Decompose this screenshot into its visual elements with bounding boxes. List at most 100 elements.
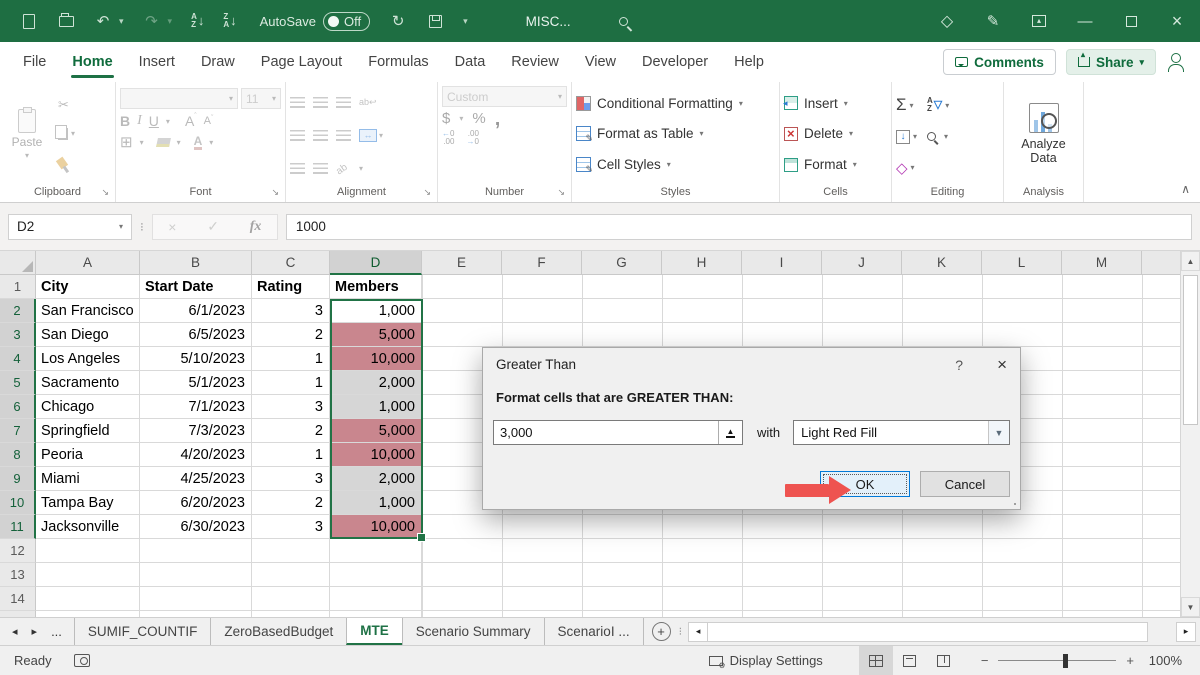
threshold-input[interactable] — [494, 421, 718, 444]
rating-cell[interactable]: 3 — [252, 515, 330, 539]
column-header[interactable]: D — [330, 251, 422, 275]
comments-button[interactable]: Comments — [943, 49, 1056, 75]
city-cell[interactable]: Peoria — [36, 443, 140, 467]
rating-cell[interactable]: 2 — [252, 491, 330, 515]
column-header[interactable]: E — [422, 251, 502, 275]
column-header[interactable]: M — [1062, 251, 1142, 275]
rating-cell[interactable]: 1 — [252, 443, 330, 467]
empty-cells[interactable] — [422, 539, 1180, 563]
empty-cell[interactable] — [330, 587, 422, 611]
cell-a1[interactable]: City — [36, 275, 140, 299]
row-header[interactable]: 11 — [0, 515, 36, 539]
rating-cell[interactable]: 2 — [252, 323, 330, 347]
range-selector-button[interactable]: ▲ — [718, 421, 742, 444]
vertical-scroll-thumb[interactable] — [1183, 275, 1198, 425]
new-file-icon[interactable] — [20, 12, 38, 30]
share-button[interactable]: Share ▾ — [1066, 49, 1156, 75]
scroll-down-icon[interactable]: ▼ — [1181, 597, 1200, 617]
display-settings-button[interactable]: Display Settings — [709, 653, 823, 668]
empty-cell[interactable] — [252, 539, 330, 563]
fill-button[interactable]: ↓▾ — [896, 130, 917, 144]
column-header[interactable]: F — [502, 251, 582, 275]
find-select-button[interactable]: ▾ — [927, 132, 949, 141]
members-cell[interactable]: 2,000 — [330, 371, 422, 395]
undo-icon[interactable]: ↶ — [94, 12, 112, 30]
ribbon-tab[interactable]: Help — [721, 42, 777, 82]
start-date-cell[interactable]: 5/10/2023 — [140, 347, 252, 371]
empty-cells[interactable] — [422, 275, 1180, 299]
empty-cell[interactable] — [140, 587, 252, 611]
qat-customize-chevron-icon[interactable]: ▾ — [463, 16, 468, 27]
column-header[interactable]: A — [36, 251, 140, 275]
sort-za-icon[interactable]: ZA↓ — [223, 13, 236, 29]
normal-view-button[interactable] — [859, 646, 893, 675]
sort-az-icon[interactable]: AZ↓ — [191, 13, 204, 29]
row-header[interactable]: 8 — [0, 443, 36, 467]
macro-record-icon[interactable] — [74, 654, 90, 667]
dialog-resize-grip[interactable] — [1010, 499, 1018, 507]
row-header[interactable]: 5 — [0, 371, 36, 395]
draw-pen-icon[interactable]: ✎ — [970, 0, 1016, 42]
city-cell[interactable]: San Francisco — [36, 299, 140, 323]
city-cell[interactable]: Jacksonville — [36, 515, 140, 539]
empty-cell[interactable] — [330, 563, 422, 587]
start-date-cell[interactable]: 6/30/2023 — [140, 515, 252, 539]
name-box[interactable]: D2▾ — [8, 214, 132, 240]
clear-button[interactable]: ◇▾ — [896, 159, 917, 177]
dialog-help-icon[interactable]: ? — [955, 357, 963, 373]
rating-cell[interactable]: 1 — [252, 371, 330, 395]
column-header[interactable]: I — [742, 251, 822, 275]
select-all-corner[interactable] — [0, 251, 36, 275]
delete-cells-button[interactable]: Delete▾ — [784, 126, 857, 141]
page-layout-view-button[interactable] — [893, 646, 927, 675]
cell-b1[interactable]: Start Date — [140, 275, 252, 299]
city-cell[interactable]: Los Angeles — [36, 347, 140, 371]
members-cell[interactable]: 10,000 — [330, 515, 422, 539]
members-cell[interactable]: 1,000 — [330, 395, 422, 419]
ribbon-tab[interactable]: Data — [442, 42, 499, 82]
ribbon-tab[interactable]: Draw — [188, 42, 248, 82]
ribbon-tab[interactable]: Home — [59, 42, 125, 82]
cell-c1[interactable]: Rating — [252, 275, 330, 299]
undo-chevron-icon[interactable]: ▾ — [119, 16, 124, 27]
empty-cells[interactable] — [422, 323, 1180, 347]
ribbon-tab[interactable]: Developer — [629, 42, 721, 82]
page-break-view-button[interactable] — [927, 646, 961, 675]
close-button[interactable]: × — [1154, 0, 1200, 42]
sheet-tab[interactable]: SUMIF_COUNTIF — [74, 618, 211, 645]
sheet-tab[interactable]: MTE — [346, 618, 402, 645]
empty-cells[interactable] — [422, 563, 1180, 587]
account-person-icon[interactable] — [1166, 52, 1186, 72]
start-date-cell[interactable]: 7/1/2023 — [140, 395, 252, 419]
row-header[interactable]: 7 — [0, 419, 36, 443]
row-header[interactable]: 4 — [0, 347, 36, 371]
column-header[interactable]: G — [582, 251, 662, 275]
row-header[interactable]: 6 — [0, 395, 36, 419]
empty-cell[interactable] — [140, 539, 252, 563]
zoom-slider-thumb[interactable] — [1063, 654, 1068, 668]
empty-cell[interactable] — [140, 563, 252, 587]
ribbon-tab[interactable]: File — [10, 42, 59, 82]
autosave-toggle[interactable]: Off — [323, 12, 370, 31]
members-cell[interactable]: 10,000 — [330, 347, 422, 371]
rating-cell[interactable]: 3 — [252, 395, 330, 419]
city-cell[interactable]: Sacramento — [36, 371, 140, 395]
start-date-cell[interactable]: 6/5/2023 — [140, 323, 252, 347]
start-date-cell[interactable]: 6/20/2023 — [140, 491, 252, 515]
city-cell[interactable]: Chicago — [36, 395, 140, 419]
empty-cell[interactable] — [330, 539, 422, 563]
scroll-up-icon[interactable]: ▲ — [1181, 251, 1200, 271]
scroll-left-icon[interactable]: ◂ — [688, 622, 708, 642]
empty-cells[interactable] — [422, 587, 1180, 611]
number-dialog-launcher-icon[interactable]: ↘ — [557, 187, 565, 198]
column-header[interactable]: H — [662, 251, 742, 275]
city-cell[interactable]: Tampa Bay — [36, 491, 140, 515]
members-cell[interactable]: 2,000 — [330, 467, 422, 491]
font-dialog-launcher-icon[interactable]: ↘ — [271, 187, 279, 198]
row-header[interactable]: 10 — [0, 491, 36, 515]
ribbon-tab[interactable]: Review — [498, 42, 572, 82]
empty-cells[interactable] — [422, 515, 1180, 539]
new-sheet-icon[interactable]: + — [652, 622, 671, 641]
analyze-data-button[interactable]: Analyze Data — [1011, 86, 1077, 182]
empty-cells[interactable] — [422, 299, 1180, 323]
